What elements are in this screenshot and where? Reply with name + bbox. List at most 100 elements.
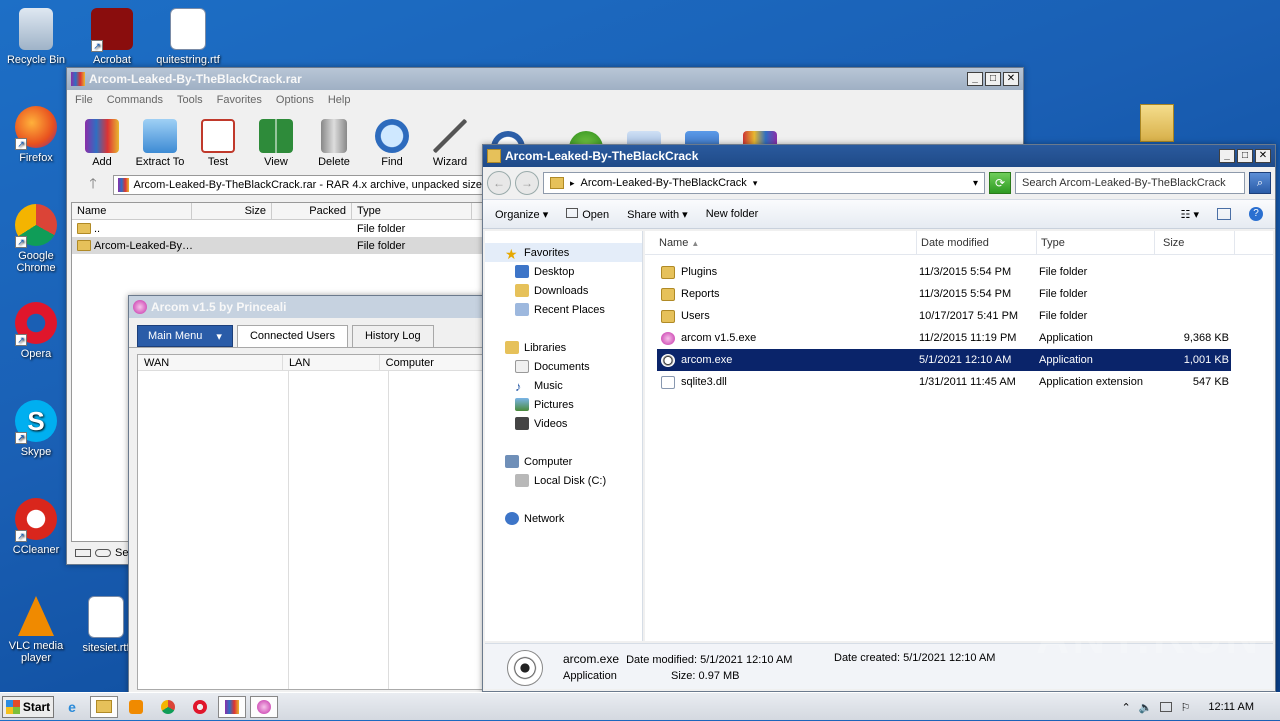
- archive-path-field[interactable]: Arcom-Leaked-By-TheBlackCrack.rar - RAR …: [113, 175, 483, 195]
- arcom-titlebar[interactable]: Arcom v1.5 by Princeali: [129, 296, 487, 318]
- nav-desktop[interactable]: Desktop: [485, 262, 642, 281]
- share-with-button[interactable]: Share with ▾: [627, 208, 688, 221]
- nav-videos[interactable]: Videos: [485, 414, 642, 433]
- column-name[interactable]: Name ▲: [645, 231, 917, 254]
- nav-downloads[interactable]: Downloads: [485, 281, 642, 300]
- desktop-icon-firefox[interactable]: ↗ Firefox: [0, 106, 72, 164]
- system-tray: ⌃ 🔈 ⚐ 12:11 AM: [1122, 693, 1280, 721]
- extract-to-button[interactable]: Extract To: [135, 119, 185, 168]
- table-row[interactable]: Reports 11/3/2015 5:54 PM File folder: [657, 283, 1231, 305]
- clock[interactable]: 12:11 AM: [1208, 701, 1254, 713]
- maximize-button[interactable]: □: [1237, 149, 1253, 163]
- table-row-selected[interactable]: arcom.exe 5/1/2021 12:10 AM Application 1,…: [657, 349, 1231, 371]
- main-menu-button[interactable]: Main Menu ▾: [137, 325, 233, 347]
- column-size[interactable]: Size: [192, 203, 272, 219]
- desktop-icon-ccleaner[interactable]: ↗ CCleaner: [0, 498, 72, 556]
- help-icon[interactable]: ?: [1249, 207, 1263, 221]
- search-input[interactable]: Search Arcom-Leaked-By-TheBlackCrack: [1015, 172, 1245, 194]
- nav-network[interactable]: Network: [485, 509, 642, 528]
- column-packed[interactable]: Packed: [272, 203, 352, 219]
- nav-documents[interactable]: Documents: [485, 357, 642, 376]
- menu-file[interactable]: File: [75, 94, 93, 106]
- table-row[interactable]: Plugins 11/3/2015 5:54 PM File folder: [657, 261, 1231, 283]
- menu-commands[interactable]: Commands: [107, 94, 163, 106]
- desktop-icon-acrobat[interactable]: ↗ Acrobat: [76, 8, 148, 66]
- preview-pane-icon[interactable]: [1217, 208, 1231, 220]
- column-name[interactable]: Name: [72, 203, 192, 219]
- taskbar-media-player[interactable]: [122, 696, 150, 718]
- nav-computer[interactable]: Computer: [485, 452, 642, 471]
- desktop-icon-vlc[interactable]: VLC media player: [0, 596, 72, 664]
- volume-icon[interactable]: 🔈: [1139, 701, 1153, 714]
- menu-favorites[interactable]: Favorites: [217, 94, 262, 106]
- desktop-icon-chrome[interactable]: ↗ Google Chrome: [0, 204, 72, 274]
- menu-help[interactable]: Help: [328, 94, 351, 106]
- open-button[interactable]: Open: [566, 207, 609, 221]
- taskbar-chrome[interactable]: [154, 696, 182, 718]
- menu-options[interactable]: Options: [276, 94, 314, 106]
- refresh-button[interactable]: ⟳: [989, 172, 1011, 194]
- tab-connected-users[interactable]: Connected Users: [236, 325, 348, 347]
- test-button[interactable]: Test: [193, 119, 243, 168]
- column-date-modified[interactable]: Date modified: [917, 231, 1037, 254]
- list-item[interactable]: Arcom-Leaked-By… File folder: [72, 237, 482, 254]
- nav-recent-places[interactable]: Recent Places: [485, 300, 642, 319]
- close-button[interactable]: ✕: [1003, 72, 1019, 86]
- nav-favorites[interactable]: ★ Favorites: [485, 243, 642, 262]
- taskbar-opera[interactable]: [186, 696, 214, 718]
- column-lan[interactable]: LAN: [283, 355, 380, 370]
- table-row[interactable]: arcom v1.5.exe 11/2/2015 11:19 PM Applica…: [657, 327, 1231, 349]
- close-button[interactable]: ✕: [1255, 149, 1271, 163]
- network-icon[interactable]: [1160, 702, 1173, 712]
- history-dropdown-icon[interactable]: ▾: [973, 178, 978, 189]
- column-size[interactable]: Size: [1155, 231, 1235, 254]
- taskbar-arcom[interactable]: [250, 695, 278, 718]
- explorer-titlebar[interactable]: Arcom-Leaked-By-TheBlackCrack _ □ ✕: [483, 145, 1275, 167]
- taskbar-explorer[interactable]: [90, 695, 118, 718]
- desktop-folder-icon[interactable]: [1140, 104, 1174, 142]
- organize-button[interactable]: Organize ▾: [495, 208, 548, 221]
- minimize-button[interactable]: _: [1219, 149, 1235, 163]
- start-button[interactable]: Start: [2, 695, 54, 718]
- arcom-window[interactable]: Arcom v1.5 by Princeali Main Menu ▾ Conn…: [128, 295, 488, 695]
- action-center-flag-icon[interactable]: ⚐: [1180, 701, 1190, 714]
- column-computer[interactable]: Computer: [380, 355, 486, 370]
- acrobat-icon: ↗: [91, 8, 133, 52]
- minimize-button[interactable]: _: [967, 72, 983, 86]
- desktop-icon-quitestring[interactable]: quitestring.rtf: [152, 8, 224, 66]
- nav-libraries[interactable]: Libraries: [485, 338, 642, 357]
- desktop-icon-opera[interactable]: ↗ Opera: [0, 302, 72, 360]
- item-name: Arcom-Leaked-By…: [94, 239, 192, 252]
- up-arrow-icon[interactable]: 🡑: [73, 173, 113, 197]
- table-row[interactable]: Users 10/17/2017 5:41 PM File folder: [657, 305, 1231, 327]
- tab-history-log[interactable]: History Log: [351, 325, 434, 347]
- desktop-icon-recycle-bin[interactable]: Recycle Bin: [0, 8, 72, 66]
- desktop-icon-skype[interactable]: S ↗ Skype: [0, 400, 72, 458]
- winrar-titlebar[interactable]: Arcom-Leaked-By-TheBlackCrack.rar _ □ ✕: [67, 68, 1023, 90]
- search-button[interactable]: ⌕: [1249, 172, 1271, 194]
- list-item[interactable]: .. File folder: [72, 220, 482, 237]
- maximize-button[interactable]: □: [985, 72, 1001, 86]
- chevron-down-icon[interactable]: ▾: [753, 178, 758, 189]
- new-folder-button[interactable]: New folder: [706, 208, 759, 220]
- add-button[interactable]: Add: [77, 119, 127, 168]
- change-view-icon[interactable]: ☷ ▾: [1181, 208, 1199, 221]
- column-type[interactable]: Type: [352, 203, 472, 219]
- delete-button[interactable]: Delete: [309, 119, 359, 168]
- wizard-button[interactable]: Wizard: [425, 119, 475, 168]
- taskbar-ie[interactable]: e: [58, 696, 86, 718]
- forward-button[interactable]: →: [515, 171, 539, 195]
- nav-local-disk[interactable]: Local Disk (C:): [485, 471, 642, 490]
- show-hidden-icons-icon[interactable]: ⌃: [1122, 701, 1131, 714]
- nav-pictures[interactable]: Pictures: [485, 395, 642, 414]
- address-bar[interactable]: ▸ Arcom-Leaked-By-TheBlackCrack ▾ ▾: [543, 172, 985, 194]
- column-type[interactable]: Type: [1037, 231, 1155, 254]
- column-wan[interactable]: WAN: [138, 355, 283, 370]
- find-button[interactable]: Find: [367, 119, 417, 168]
- menu-tools[interactable]: Tools: [177, 94, 203, 106]
- taskbar-winrar[interactable]: [218, 695, 246, 718]
- nav-music[interactable]: ♪ Music: [485, 376, 642, 395]
- view-button[interactable]: View: [251, 119, 301, 168]
- back-button[interactable]: ←: [487, 171, 511, 195]
- table-row[interactable]: sqlite3.dll 1/31/2011 11:45 AM Applicatio…: [657, 371, 1231, 393]
